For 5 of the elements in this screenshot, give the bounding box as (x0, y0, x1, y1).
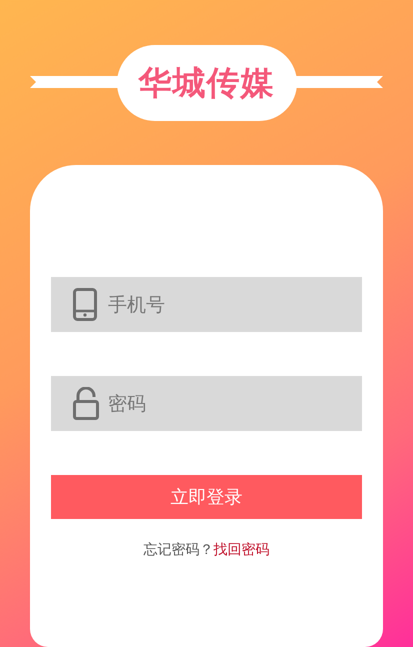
forgot-text: 忘记密码？ (144, 542, 214, 558)
phone-field[interactable]: 手机号 (51, 277, 362, 332)
password-field[interactable]: 密码 (51, 376, 362, 431)
brand-logo: 华城传媒 (138, 62, 274, 104)
recover-password-link[interactable]: 找回密码 (214, 542, 270, 558)
